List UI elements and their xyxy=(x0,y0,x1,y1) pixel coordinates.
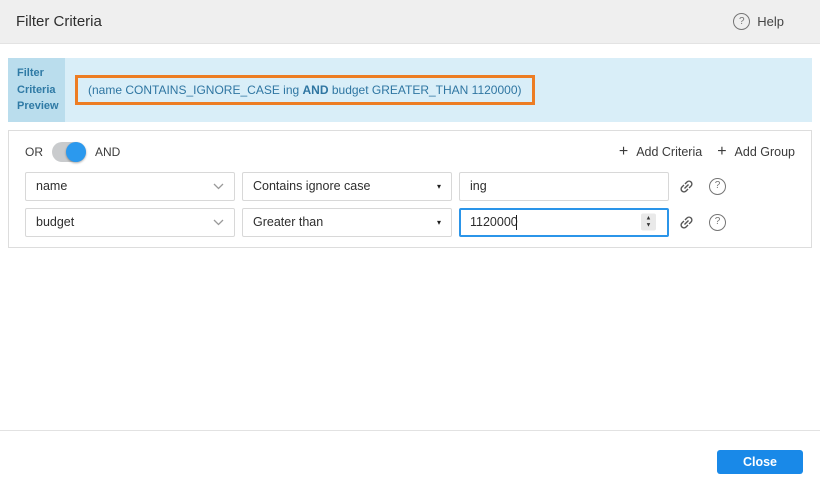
field-select-value: budget xyxy=(36,215,74,229)
header: Filter Criteria ? Help xyxy=(0,0,820,44)
plus-icon: + xyxy=(717,144,726,160)
and-or-toggle[interactable] xyxy=(52,142,86,162)
add-group-button[interactable]: + Add Group xyxy=(717,144,795,160)
field-select-value: name xyxy=(36,179,67,193)
chevron-down-icon xyxy=(213,179,224,193)
add-group-label: Add Group xyxy=(735,145,795,159)
value-input[interactable] xyxy=(459,172,669,201)
preview-expression-part1: (name CONTAINS_IGNORE_CASE ing xyxy=(88,83,303,97)
page-title: Filter Criteria xyxy=(16,13,102,30)
operator-select-value: Contains ignore case xyxy=(253,179,370,193)
dropdown-arrow-icon: ▾ xyxy=(437,218,441,227)
operator-select-value: Greater than xyxy=(253,215,323,229)
criteria-row: budget Greater than ▾ ▲ ▼ ? xyxy=(25,208,795,237)
preview-content: (name CONTAINS_IGNORE_CASE ing AND budge… xyxy=(65,58,812,122)
builder-actions: + Add Criteria + Add Group xyxy=(619,144,795,160)
link-icon[interactable] xyxy=(678,178,695,195)
and-label: AND xyxy=(95,145,120,159)
preview-expression-conjunction: AND xyxy=(303,83,329,97)
add-criteria-button[interactable]: + Add Criteria xyxy=(619,144,702,160)
add-criteria-label: Add Criteria xyxy=(636,145,702,159)
help-label: Help xyxy=(757,14,784,29)
operator-select[interactable]: Greater than ▾ xyxy=(242,208,452,237)
toggle-row: OR AND + Add Criteria + Add Group xyxy=(25,142,795,162)
plus-icon: + xyxy=(619,144,628,160)
chevron-down-icon xyxy=(213,215,224,229)
preview-bar: Filter Criteria Preview (name CONTAINS_I… xyxy=(8,58,812,122)
spinner-up-icon: ▲ xyxy=(646,215,652,222)
row-help-icon[interactable]: ? xyxy=(709,214,726,231)
field-select[interactable]: name xyxy=(25,172,235,201)
toggle-knob xyxy=(66,142,86,162)
criteria-row: name Contains ignore case ▾ ? xyxy=(25,172,795,201)
footer: Close xyxy=(0,430,820,491)
help-button[interactable]: ? Help xyxy=(733,13,784,30)
or-label: OR xyxy=(25,145,43,159)
preview-expression-box: (name CONTAINS_IGNORE_CASE ing AND budge… xyxy=(75,75,535,105)
operator-select[interactable]: Contains ignore case ▾ xyxy=(242,172,452,201)
preview-label: Filter Criteria Preview xyxy=(8,58,65,122)
conjunction-toggle-group: OR AND xyxy=(25,142,120,162)
filter-criteria-dialog: Filter Criteria ? Help Filter Criteria P… xyxy=(0,0,820,491)
field-select[interactable]: budget xyxy=(25,208,235,237)
preview-expression-part2: budget GREATER_THAN 1120000) xyxy=(329,83,522,97)
link-icon[interactable] xyxy=(678,214,695,231)
dropdown-arrow-icon: ▾ xyxy=(437,182,441,191)
value-input-focused[interactable] xyxy=(459,208,669,237)
value-field-wrap: ▲ ▼ xyxy=(459,208,669,237)
criteria-panel: OR AND + Add Criteria + Add Group name xyxy=(8,130,812,248)
text-caret xyxy=(516,215,517,230)
row-help-icon[interactable]: ? xyxy=(709,178,726,195)
close-button[interactable]: Close xyxy=(717,450,803,474)
spinner-down-icon: ▼ xyxy=(646,222,652,229)
number-spinner[interactable]: ▲ ▼ xyxy=(641,214,656,231)
value-field-wrap xyxy=(459,172,669,201)
help-circle-icon: ? xyxy=(733,13,750,30)
